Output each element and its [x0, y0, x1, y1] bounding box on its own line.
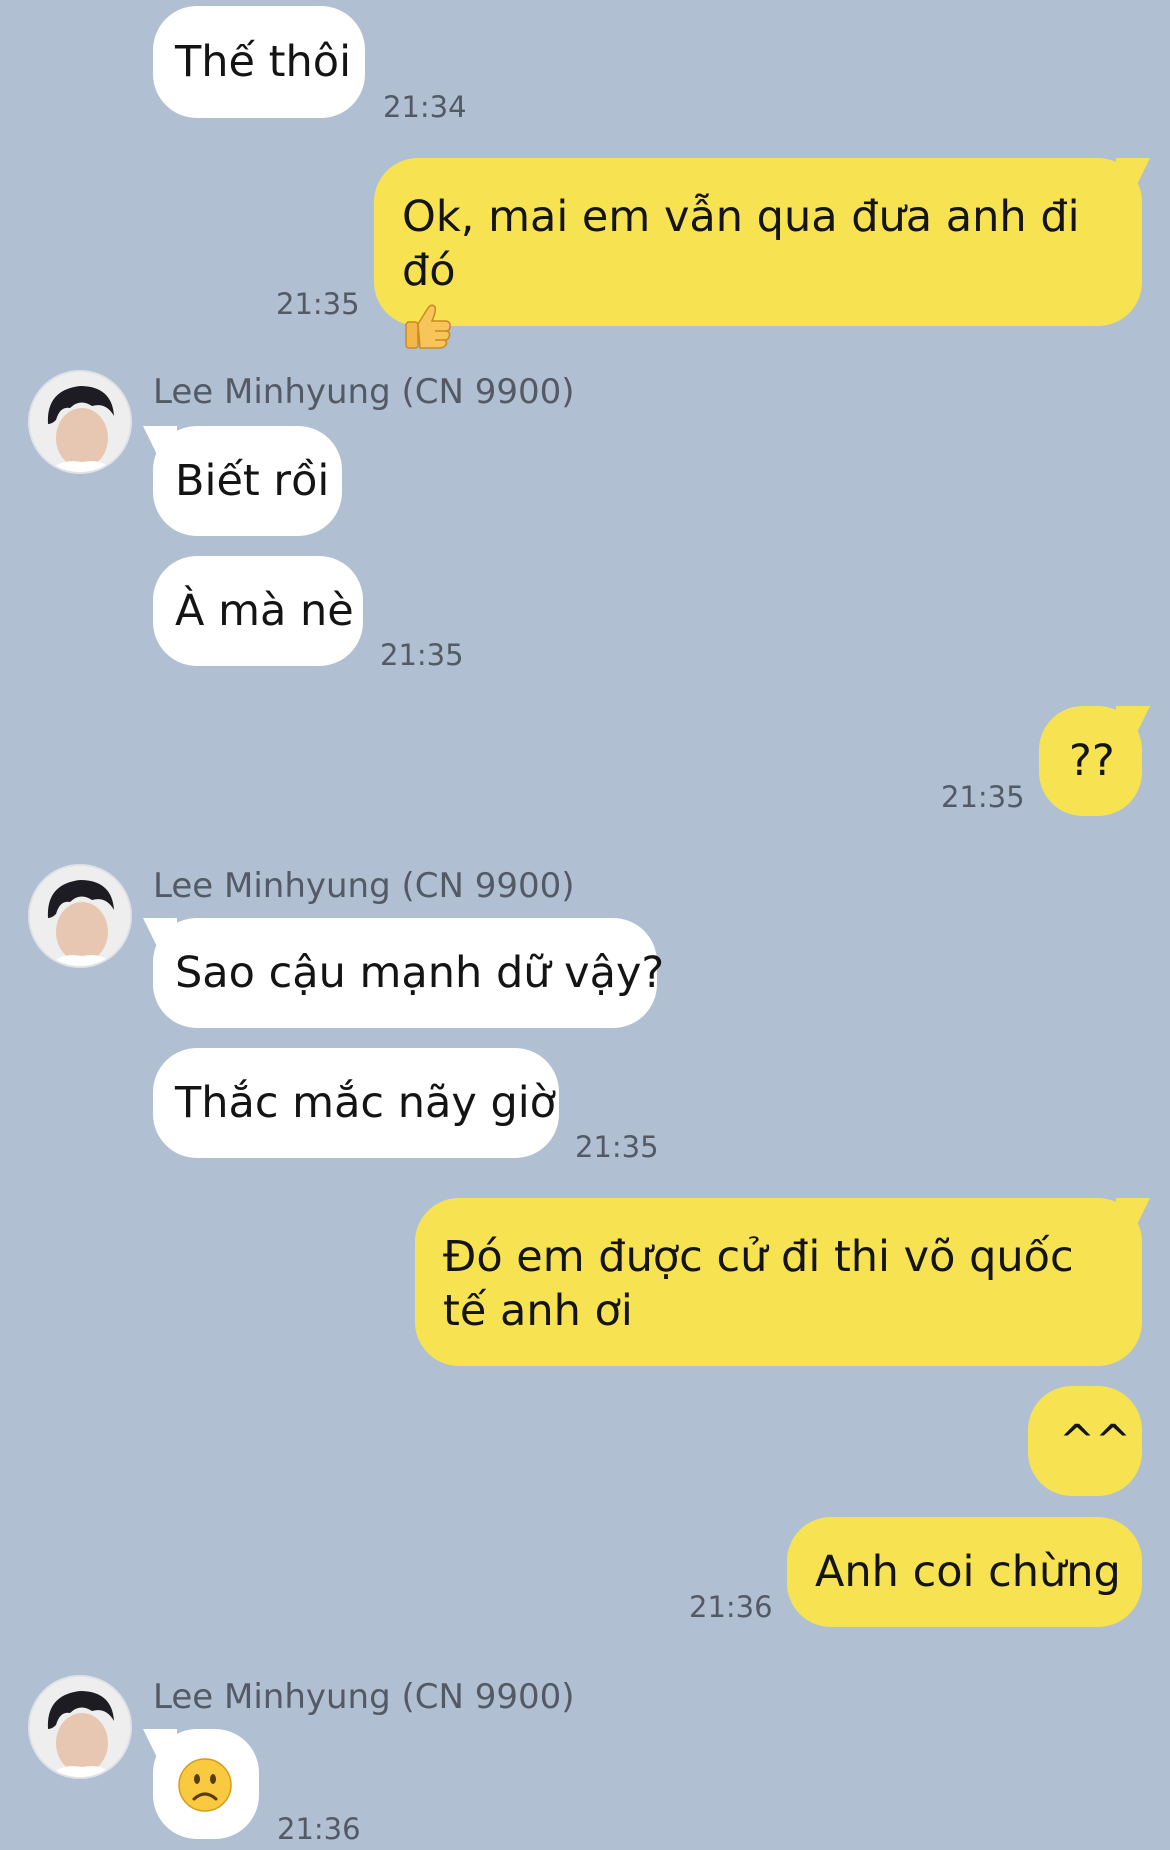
message-timestamp: 21:35 [276, 287, 360, 321]
message-bubble-outgoing[interactable]: Đó em được cử đi thi võ quốc tế anh ơi [415, 1198, 1142, 1366]
message-text: Biết rồi [175, 456, 330, 506]
message-timestamp: 21:36 [689, 1590, 773, 1624]
message-text: ^^ [1059, 1416, 1132, 1466]
avatar[interactable] [28, 864, 132, 968]
thumbs-up-icon [402, 300, 1114, 365]
sender-name: Lee Minhyung (CN 9900) [153, 372, 575, 412]
message-timestamp: 21:35 [941, 780, 1025, 814]
message-bubble-incoming[interactable]: Sao cậu mạnh dữ vậy? [153, 918, 664, 1028]
message-text: Sao cậu mạnh dữ vậy? [175, 948, 665, 998]
message-bubble-incoming[interactable]: Thế thôi [153, 6, 365, 118]
message-bubble-outgoing[interactable]: ?? [1039, 706, 1142, 816]
avatar[interactable] [28, 370, 132, 474]
avatar[interactable] [28, 1675, 132, 1779]
message-bubble-outgoing[interactable]: Anh coi chừng [787, 1517, 1142, 1627]
message-timestamp: 21:35 [575, 1130, 659, 1164]
message-bubble-incoming[interactable]: Biết rồi [153, 426, 342, 536]
message-timestamp: 21:36 [277, 1812, 361, 1846]
message-text: Thế thôi [175, 37, 352, 87]
message-text: À mà nè [175, 586, 354, 636]
message-text: Thắc mắc nãy giờ [175, 1078, 556, 1128]
message-bubble-incoming[interactable]: À mà nè [153, 556, 363, 666]
message-text: Ok, mai em vẫn qua đưa anh đi đó [402, 192, 1080, 296]
message-text: Đó em được cử đi thi võ quốc tế anh ơi [443, 1232, 1074, 1336]
sender-name: Lee Minhyung (CN 9900) [153, 1677, 575, 1717]
message-text: Anh coi chừng [815, 1547, 1121, 1597]
message-bubble-incoming[interactable]: Thắc mắc nãy giờ [153, 1048, 559, 1158]
sender-name: Lee Minhyung (CN 9900) [153, 866, 575, 906]
message-bubble-incoming[interactable] [153, 1729, 259, 1839]
frowning-face-icon [177, 1757, 259, 1826]
message-timestamp: 21:34 [383, 90, 467, 124]
message-timestamp: 21:35 [380, 638, 464, 672]
message-bubble-outgoing[interactable]: Ok, mai em vẫn qua đưa anh đi đó [374, 158, 1142, 349]
message-bubble-outgoing[interactable]: ^^ [1028, 1386, 1142, 1496]
message-text: ?? [1069, 736, 1115, 786]
